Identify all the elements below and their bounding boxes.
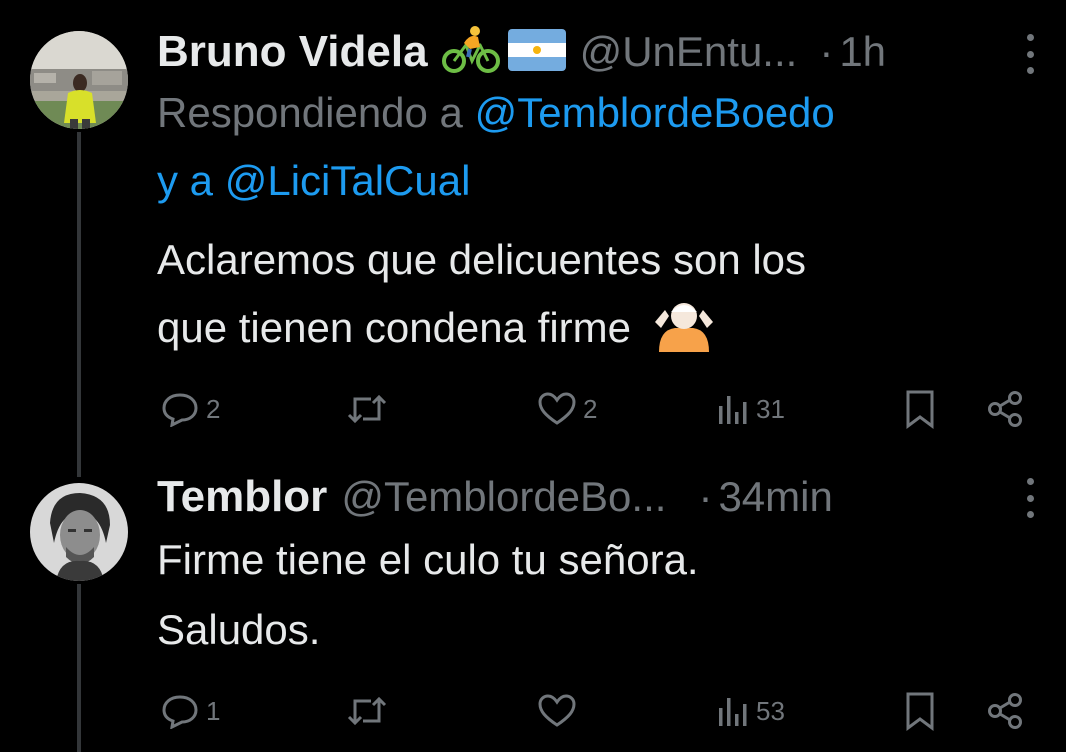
share-icon: [988, 693, 1022, 729]
author-name[interactable]: Temblor: [157, 472, 327, 522]
share-button[interactable]: [985, 689, 1025, 733]
cyclist-emoji: [441, 25, 500, 80]
bookmark-icon: [906, 692, 934, 731]
views-icon: [719, 396, 747, 424]
replying-to-label: Respondiendo a: [157, 89, 463, 136]
reply-count: 1: [206, 695, 221, 726]
tweet-text-line-2: que tienen condena firme: [157, 304, 631, 351]
like-button[interactable]: 2: [537, 387, 597, 431]
views-button[interactable]: 31: [716, 387, 785, 431]
tweet-text-line: Firme tiene el culo tu señora.: [157, 536, 699, 583]
avatar-photo: [30, 31, 128, 129]
thread-connector-line: [77, 584, 81, 752]
author-handle[interactable]: @UnEntu...: [580, 28, 798, 76]
heart-icon: [538, 694, 576, 727]
tweet-header: Bruno Videla @UnEntu... · 1h: [157, 22, 886, 82]
avatar-photo: [30, 483, 128, 581]
replying-connector[interactable]: y a: [157, 157, 213, 204]
separator-dot: ·: [819, 28, 834, 75]
shrug-emoji: [653, 296, 715, 372]
bookmark-button[interactable]: [903, 387, 937, 431]
author-name[interactable]: Bruno Videla: [157, 27, 428, 77]
share-icon: [988, 391, 1022, 427]
reply-button[interactable]: 1: [160, 689, 220, 733]
views-count: 31: [756, 393, 785, 424]
avatar[interactable]: [30, 31, 128, 129]
replying-to-line-2: y a @LiciTalCual: [157, 146, 470, 216]
avatar[interactable]: [30, 483, 128, 581]
mention-link[interactable]: @LiciTalCual: [225, 157, 471, 204]
like-button[interactable]: [537, 689, 583, 733]
more-options-icon[interactable]: [1024, 478, 1036, 518]
views-icon: [719, 698, 747, 726]
reply-icon: [162, 695, 198, 729]
heart-icon: [538, 392, 576, 425]
replying-to-line: Respondiendo a @TemblordeBoedo: [157, 78, 835, 148]
share-button[interactable]: [985, 387, 1025, 431]
bookmark-button[interactable]: [903, 689, 937, 733]
tweet-text-line: Saludos.: [157, 606, 321, 653]
reply-count: 2: [206, 393, 221, 424]
tweet-text-line: Aclaremos que delicuentes son los: [157, 236, 807, 283]
tweet-header: Temblor @TemblordeBo... · 34min: [157, 467, 833, 527]
author-handle[interactable]: @TemblordeBo...: [341, 473, 666, 521]
timestamp[interactable]: 34min: [718, 473, 832, 521]
reply-icon: [162, 393, 198, 427]
tweet-text-line: que tienen condena firme: [157, 294, 715, 372]
separator-dot: ·: [698, 473, 713, 520]
retweet-button[interactable]: [345, 387, 395, 431]
reply-button[interactable]: 2: [160, 387, 220, 431]
retweet-icon: [347, 394, 387, 424]
like-count: 2: [583, 393, 598, 424]
mention-link[interactable]: @TemblordeBoedo: [475, 89, 835, 136]
thread-connector-line: [77, 132, 81, 477]
tweet-actions: 1 53: [157, 689, 1037, 733]
views-button[interactable]: 53: [716, 689, 785, 733]
more-options-icon[interactable]: [1024, 34, 1036, 74]
retweet-icon: [347, 696, 387, 726]
views-count: 53: [756, 695, 785, 726]
tweet-actions: 2 2 31: [157, 387, 1037, 431]
timestamp[interactable]: 1h: [839, 28, 886, 76]
argentina-flag-emoji: [507, 28, 566, 76]
retweet-button[interactable]: [345, 689, 395, 733]
bookmark-icon: [906, 390, 934, 429]
